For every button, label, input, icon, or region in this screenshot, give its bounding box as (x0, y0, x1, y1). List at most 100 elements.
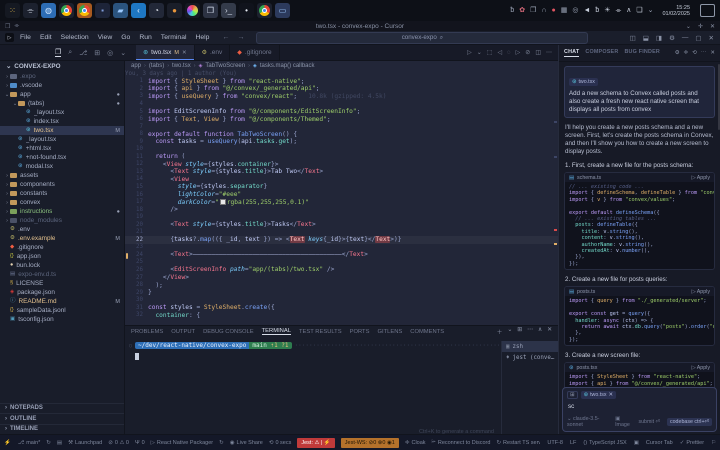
tree-item-expo-env-d-ts[interactable]: ▤expo-env.d.ts (0, 270, 124, 279)
chat-more-icon[interactable]: ⋯ (701, 50, 707, 56)
next-change-icon[interactable]: ▷ (516, 49, 521, 56)
chat-tab-bug-finder[interactable]: BUG FINDER (624, 49, 660, 57)
codebase-button[interactable]: codebase ctrl+⏎ (667, 418, 712, 426)
menu-view[interactable]: View (98, 34, 113, 41)
activity-search[interactable]: ⌕ (68, 49, 72, 57)
tree-item-convex[interactable]: ›convex (0, 198, 124, 207)
rn-packager[interactable]: ▷React Native Packager (151, 440, 213, 446)
wm-close-button[interactable]: ✕ (710, 23, 715, 30)
apply-button[interactable]: ▷ Apply (691, 365, 710, 371)
app-chrome[interactable] (59, 3, 74, 18)
minimize-button[interactable]: — (682, 34, 689, 41)
more-icon[interactable]: ⋯ (527, 327, 533, 336)
app-window-arrow[interactable]: ❐ (203, 3, 218, 18)
window-icon[interactable]: ❐ (530, 7, 536, 14)
clock[interactable]: 15:2501/02/2025 (662, 5, 690, 17)
tree-item-assets[interactable]: ›assets (0, 171, 124, 180)
tree-item-README-md[interactable]: ⓘREADME.mdM (0, 297, 124, 306)
split-terminal-icon[interactable]: ⊞ (517, 327, 522, 336)
tree-item-components[interactable]: ›components (0, 180, 124, 189)
language-mode[interactable]: ()TypeScript JSX (583, 440, 626, 446)
eol[interactable]: LF (570, 440, 576, 446)
prettier[interactable]: ✓Prettier (680, 440, 704, 446)
breadcrumb-item[interactable]: (tabs) (149, 63, 164, 69)
apply-button[interactable]: ▷ Apply (691, 175, 710, 181)
bluetooth-icon[interactable]: ƀ (595, 7, 599, 14)
nav-back-icon[interactable]: ← (222, 34, 229, 41)
terminal-process-zsh[interactable]: ▣zsh (502, 341, 558, 352)
app-box[interactable]: • (239, 3, 254, 18)
live-share[interactable]: ◉Live Share (230, 440, 263, 446)
chat-history-icon[interactable]: ⟲ (692, 50, 697, 56)
run-button[interactable]: ▷ (467, 49, 472, 56)
add-context-icon[interactable]: ⊞ (567, 391, 578, 399)
discord-reconnect[interactable]: ⌲Reconnect to Discord (432, 439, 491, 446)
split-editor-icon[interactable]: ◫ (535, 49, 541, 56)
tab-two-tsx[interactable]: ⊛two.tsxM✕ (136, 45, 194, 60)
record-icon[interactable]: ● (551, 7, 555, 14)
block-icon[interactable]: ⊘ (525, 49, 530, 56)
notifications-bell-icon[interactable]: ⚐ (711, 440, 716, 446)
tree-item-tsconfig-json[interactable]: ▣tsconfig.json (0, 315, 124, 324)
camera-icon[interactable]: ▦ (561, 7, 568, 14)
menu-file[interactable]: File (20, 34, 31, 41)
app-files[interactable]: ▰ (113, 3, 128, 18)
git-branch[interactable]: ⎇main* (18, 440, 40, 446)
chat-tab-chat[interactable]: CHAT (564, 49, 579, 57)
context-chip[interactable]: ⊛ two.tsx (569, 78, 598, 86)
color-icon[interactable]: ✿ (519, 7, 525, 14)
section-outline[interactable]: ›OUTLINE (0, 413, 124, 424)
activity-source-control[interactable]: ⎇ (79, 49, 87, 57)
app-colorwheel[interactable] (185, 3, 200, 18)
tab--gitignore[interactable]: ◆.gitignore (230, 45, 279, 60)
tree-item-modal-tsx[interactable]: ⊛modal.tsx (0, 162, 124, 171)
activity-debug[interactable]: ◎ (107, 49, 113, 57)
more-actions-icon[interactable]: ⋯ (546, 49, 552, 56)
new-chat-icon[interactable]: ✛ (684, 50, 689, 56)
tree-item--layout-tsx[interactable]: ⊛_layout.tsx (0, 108, 124, 117)
restart-ts-server[interactable]: ↻Restart TS server (496, 440, 540, 446)
tree-item--env-example[interactable]: ⚙.env.exampleM (0, 234, 124, 243)
cursor-tab-icon[interactable]: ▣ (634, 440, 639, 446)
terminal-process-jest-conve-[interactable]: ♦jest (conve… (502, 352, 558, 363)
tree-item-package-json[interactable]: ◈package.json (0, 288, 124, 297)
breadcrumb-item[interactable]: TabTwoScreen (205, 63, 245, 69)
terminal-dropdown-icon[interactable]: ⌄ (507, 327, 512, 336)
menu-terminal[interactable]: Terminal (161, 34, 187, 41)
crop-icon[interactable]: ⬚ (487, 49, 493, 56)
apply-button[interactable]: ▷ Apply (691, 289, 710, 295)
panel-tab-problems[interactable]: PROBLEMS (131, 329, 163, 335)
breadcrumb-item[interactable]: tasks.map() callback (260, 63, 315, 69)
panel-tab-terminal[interactable]: TERMINAL (262, 328, 291, 335)
tab--env[interactable]: ⚙.env (195, 45, 231, 60)
explorer-header[interactable]: ⌄ CONVEX-EXPO (0, 61, 124, 72)
activity-more[interactable]: ⌄ (120, 49, 126, 57)
submit-label[interactable]: submit ⏎ (638, 419, 660, 425)
brightness-icon[interactable]: ☀ (604, 7, 610, 14)
app-pet[interactable]: ● (167, 3, 182, 18)
app-tweaks[interactable]: ⌯ (23, 3, 38, 18)
app-chrome-2[interactable] (257, 3, 272, 18)
tree-item--vscode[interactable]: ›.vscode (0, 81, 124, 90)
headset-icon[interactable]: ∩ (541, 7, 546, 14)
chat-input-box[interactable]: ⊞ ⊛ two.tsx ✕ sc ⌄ claude-3.5-sonnet ▣ I… (562, 387, 717, 432)
breadcrumb-item[interactable]: app (131, 63, 141, 69)
model-selector[interactable]: ⌄ claude-3.5-sonnet (567, 416, 611, 428)
chevron-down-icon[interactable]: ⌄ (648, 7, 654, 14)
panel-tab-debug-console[interactable]: DEBUG CONSOLE (203, 329, 254, 335)
tree-item-constants[interactable]: ›constants (0, 189, 124, 198)
nav-forward-icon[interactable]: → (237, 34, 244, 41)
sync-icon[interactable]: ↻ (46, 440, 51, 446)
circle-icon[interactable]: ◌ (507, 50, 511, 56)
timer[interactable]: ⟲0 secs (269, 440, 292, 446)
app-terminal[interactable]: ›_ (221, 3, 236, 18)
wm-shade-button[interactable]: ⌄ (686, 23, 691, 30)
tree-item--tabs-[interactable]: ⌄(tabs)● (0, 99, 124, 108)
close-button[interactable]: ✕ (709, 34, 714, 42)
layout-sidebar-icon[interactable]: ◫ (630, 34, 636, 42)
menu-go[interactable]: Go (121, 34, 130, 41)
problems[interactable]: ⊘0 ⚠ 0 (108, 440, 129, 446)
menu-edit[interactable]: Edit (40, 34, 52, 41)
layout-secondary-icon[interactable]: ◨ (656, 34, 662, 42)
panel-tab-ports[interactable]: PORTS (350, 329, 370, 335)
